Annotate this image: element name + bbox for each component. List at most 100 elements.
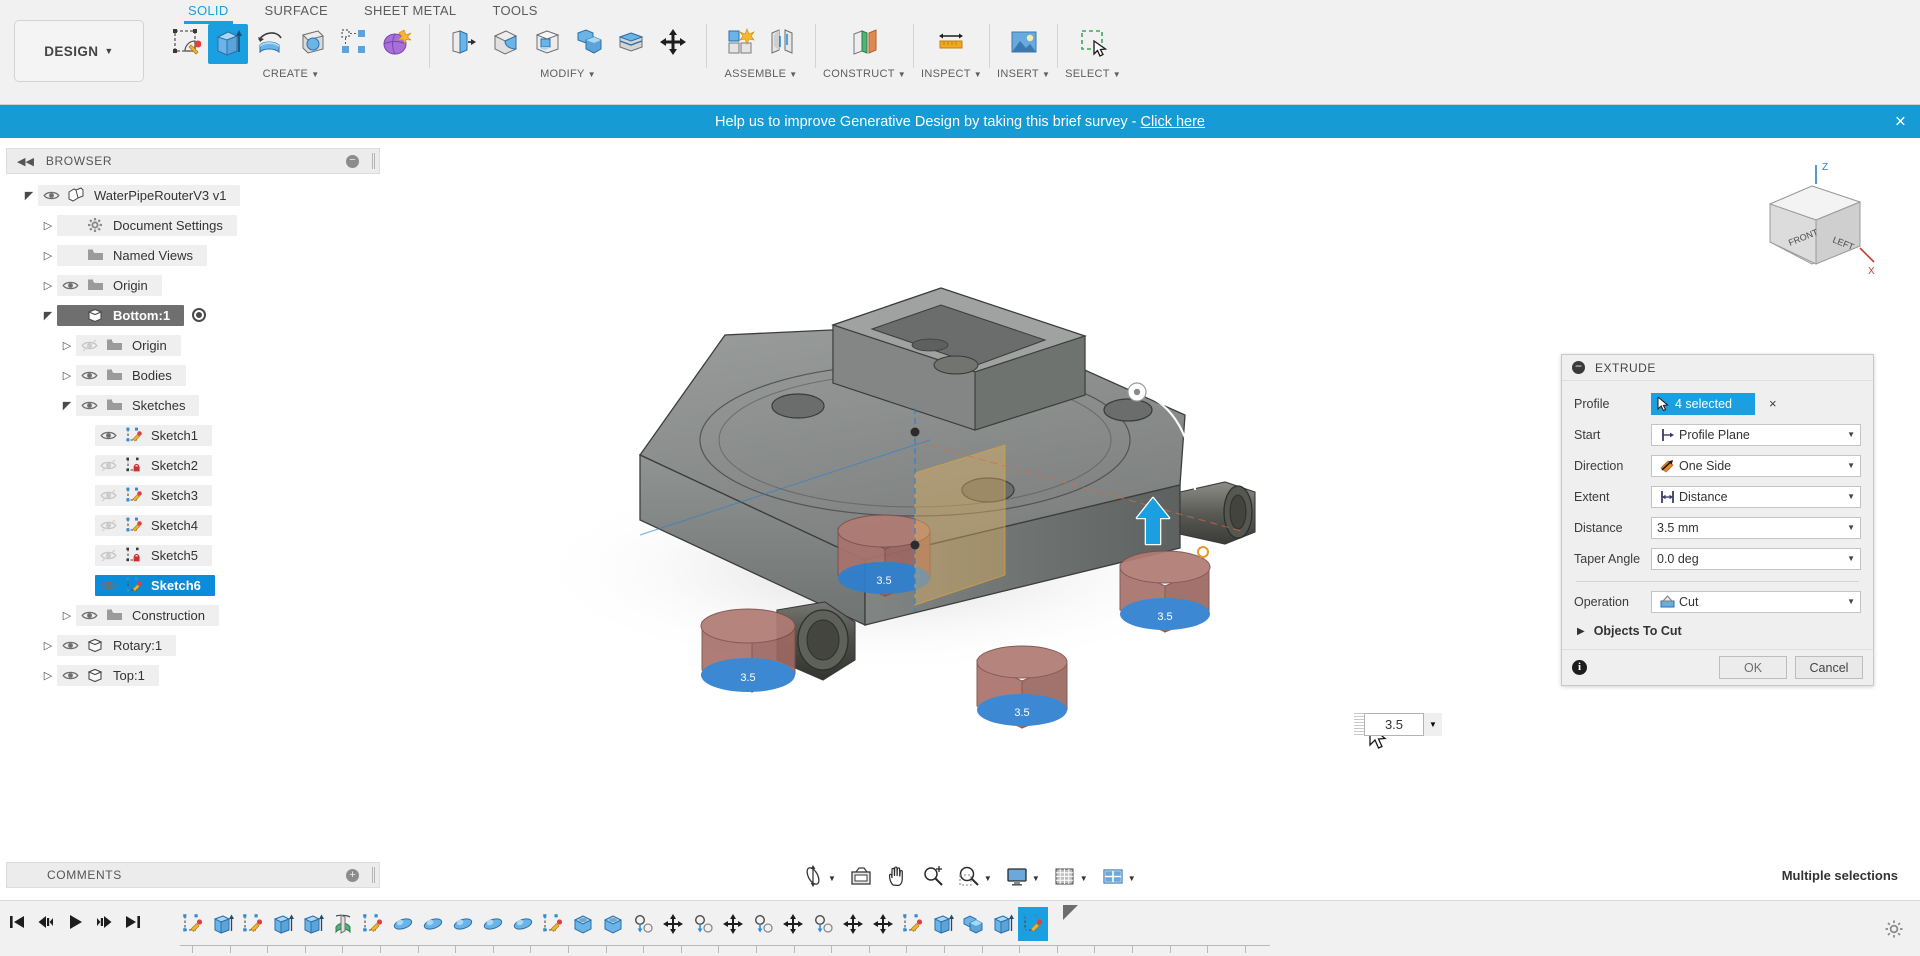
field-control[interactable]: Profile Plane ▼ <box>1651 423 1861 446</box>
visibility-toggle-icon[interactable] <box>57 309 83 322</box>
joint-button[interactable] <box>762 24 802 64</box>
visibility-toggle-icon[interactable] <box>95 488 121 502</box>
tree-item-document-settings[interactable]: ▷ Document Settings <box>6 210 380 240</box>
go-to-end-button[interactable] <box>124 913 142 936</box>
go-to-beginning-button[interactable] <box>8 913 26 936</box>
cancel-button[interactable]: Cancel <box>1795 656 1863 679</box>
tool-group-label[interactable]: MODIFY ▼ <box>540 68 596 80</box>
close-icon[interactable]: × <box>1895 112 1906 131</box>
timeline-feature[interactable] <box>298 907 328 941</box>
timeline-feature[interactable] <box>508 907 538 941</box>
settings-gear-icon[interactable] <box>1884 919 1904 944</box>
chevron-right-icon[interactable]: ▷ <box>39 249 57 262</box>
timeline-feature[interactable] <box>688 907 718 941</box>
move-copy-button[interactable] <box>653 24 693 64</box>
look-at-button[interactable] <box>843 863 879 893</box>
chevron-down-icon[interactable]: ▼ <box>1847 554 1855 563</box>
chevron-down-icon[interactable]: ◤ <box>58 399 76 412</box>
chevron-down-icon[interactable]: ◤ <box>20 189 38 202</box>
timeline-feature[interactable] <box>958 907 988 941</box>
tab-tools[interactable]: TOOLS <box>474 3 555 24</box>
grid-snaps-button[interactable]: ▼ <box>1047 863 1095 893</box>
chevron-down-icon[interactable]: ▼ <box>1847 523 1855 532</box>
select-window-button[interactable] <box>1073 24 1113 64</box>
canvas-distance-input[interactable]: 3.5 <box>1364 712 1424 736</box>
visibility-toggle-icon[interactable] <box>95 429 121 442</box>
revolve-button[interactable] <box>250 24 290 64</box>
chevron-right-icon[interactable]: ▷ <box>39 639 57 652</box>
timeline-feature[interactable] <box>418 907 448 941</box>
timeline-feature[interactable] <box>208 907 238 941</box>
chevron-down-icon[interactable]: ▼ <box>1847 597 1855 606</box>
tree-item-sketch1[interactable]: Sketch1 <box>6 420 380 450</box>
chevron-right-icon[interactable]: ▷ <box>39 219 57 232</box>
extrude-button[interactable] <box>208 24 248 64</box>
timeline-feature[interactable] <box>748 907 778 941</box>
panel-resize-handle[interactable] <box>372 867 375 883</box>
tree-item-rotary-1[interactable]: ▷ Rotary:1 <box>6 630 380 660</box>
measure-button[interactable] <box>931 24 971 64</box>
tree-item-sketches[interactable]: ◤ Sketches <box>6 390 380 420</box>
tool-group-label[interactable]: SELECT ▼ <box>1065 68 1121 80</box>
visibility-toggle-icon[interactable] <box>76 369 102 382</box>
timeline-feature[interactable] <box>838 907 868 941</box>
visibility-toggle-icon[interactable] <box>76 399 102 412</box>
insert-image-button[interactable] <box>1004 24 1044 64</box>
timeline-feature[interactable] <box>478 907 508 941</box>
field-control[interactable]: 0.0 deg ▼ <box>1651 547 1861 570</box>
tree-item-sketch5[interactable]: Sketch5 <box>6 540 380 570</box>
zoom-button[interactable] <box>915 863 951 893</box>
timeline-feature[interactable] <box>928 907 958 941</box>
combine-button[interactable] <box>569 24 609 64</box>
tab-surface[interactable]: SURFACE <box>247 3 347 24</box>
visibility-toggle-icon[interactable] <box>95 458 121 472</box>
timeline-end-marker[interactable] <box>1063 905 1078 920</box>
form-button[interactable] <box>376 24 416 64</box>
display-settings-button[interactable]: ▼ <box>999 863 1047 893</box>
chevron-down-icon[interactable]: ▼ <box>1424 712 1442 736</box>
tree-item-sketch2[interactable]: Sketch2 <box>6 450 380 480</box>
tree-item-top-1[interactable]: ▷ Top:1 <box>6 660 380 690</box>
shell-button[interactable] <box>527 24 567 64</box>
pan-button[interactable] <box>879 863 915 893</box>
tree-item-bodies[interactable]: ▷ Bodies <box>6 360 380 390</box>
tab-solid[interactable]: SOLID <box>170 3 247 24</box>
tree-item-construction[interactable]: ▷ Construction <box>6 600 380 630</box>
timeline-feature[interactable] <box>268 907 298 941</box>
field-control[interactable]: One Side ▼ <box>1651 454 1861 477</box>
browser-options-icon[interactable]: − <box>346 154 359 168</box>
visibility-toggle-icon[interactable] <box>57 669 83 682</box>
visibility-toggle-icon[interactable] <box>76 609 102 622</box>
tree-item-bottom-1[interactable]: ◤ Bottom:1 <box>6 300 380 330</box>
timeline-feature[interactable] <box>598 907 628 941</box>
visibility-toggle-icon[interactable] <box>57 279 83 292</box>
sweep-button[interactable] <box>292 24 332 64</box>
timeline-feature[interactable] <box>898 907 928 941</box>
tool-group-label[interactable]: CONSTRUCT ▼ <box>823 68 906 80</box>
objects-to-cut-section[interactable]: ▶ Objects To Cut <box>1574 617 1861 645</box>
drag-handle[interactable] <box>1354 713 1364 735</box>
visibility-toggle-icon[interactable] <box>76 338 102 352</box>
operation-select[interactable]: Cut ▼ <box>1651 590 1861 613</box>
timeline-feature[interactable] <box>988 907 1018 941</box>
chevron-down-icon[interactable]: ▼ <box>1847 430 1855 439</box>
timeline-feature[interactable] <box>538 907 568 941</box>
chevron-down-icon[interactable]: ▼ <box>1847 461 1855 470</box>
tool-group-label[interactable]: INSERT ▼ <box>997 68 1050 80</box>
tree-item-waterpiperouterv3-v1[interactable]: ◤ WaterPipeRouterV3 v1 <box>6 180 380 210</box>
visibility-toggle-icon[interactable] <box>95 579 121 592</box>
timeline-feature[interactable] <box>448 907 478 941</box>
tree-item-origin[interactable]: ▷ Origin <box>6 330 380 360</box>
banner-link[interactable]: Click here <box>1141 114 1205 130</box>
workspace-switcher-button[interactable]: DESIGN ▼ <box>14 20 144 82</box>
timeline-feature[interactable] <box>658 907 688 941</box>
timeline-feature[interactable] <box>388 907 418 941</box>
offset-plane-button[interactable] <box>844 24 884 64</box>
pattern-button[interactable] <box>334 24 374 64</box>
viewports-button[interactable]: ▼ <box>1095 863 1143 893</box>
timeline-feature[interactable] <box>1018 907 1048 941</box>
timeline-feature[interactable] <box>178 907 208 941</box>
comments-options-icon[interactable]: + <box>346 868 359 882</box>
collapse-icon[interactable]: ◀◀ <box>17 155 34 168</box>
view-cube[interactable]: FRONT LEFT Z X <box>1750 160 1880 280</box>
